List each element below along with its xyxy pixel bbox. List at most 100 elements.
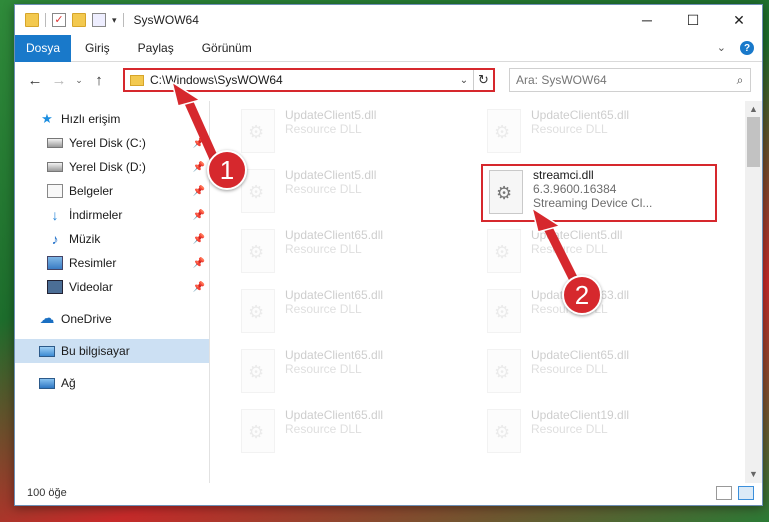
file-name: streamci.dll xyxy=(533,168,594,182)
file-list: UpdateClient5.dllResource DLL UpdateClie… xyxy=(215,101,743,483)
scrollbar-thumb[interactable] xyxy=(747,117,760,167)
sidebar-item-documents[interactable]: Belgeler 📌 xyxy=(15,179,209,203)
sidebar-item-videos[interactable]: Videolar 📌 xyxy=(15,275,209,299)
back-button[interactable]: ← xyxy=(23,72,47,89)
window-controls: ─ ☐ ✕ xyxy=(624,5,762,35)
file-version: 6.3.9600.16384 xyxy=(533,182,617,196)
customize-toolbar-icon[interactable]: ▾ xyxy=(112,15,117,26)
dll-file-icon xyxy=(241,349,275,393)
file-description: Resource DLL xyxy=(285,302,362,316)
file-item[interactable]: UpdateClient65.dllResource DLL xyxy=(235,403,471,461)
file-description: Resource DLL xyxy=(285,182,362,196)
sidebar-item-label: Ağ xyxy=(61,376,76,390)
properties-check-icon[interactable]: ✓ xyxy=(52,13,66,27)
tab-file[interactable]: Dosya xyxy=(15,34,71,62)
address-dropdown-icon[interactable]: ⌄ xyxy=(455,75,473,86)
large-icons-view-icon[interactable] xyxy=(738,486,754,500)
up-button[interactable]: ↑ xyxy=(87,72,111,89)
music-icon: ♪ xyxy=(51,231,59,247)
forward-button[interactable]: → xyxy=(47,72,71,89)
file-name: UpdateClient65.dll xyxy=(531,348,630,362)
navigation-pane: ★ Hızlı erişim Yerel Disk (C:) 📌 Yerel D… xyxy=(15,101,210,483)
file-item[interactable]: UpdateClient5.dllResource DLL xyxy=(235,163,471,221)
address-path[interactable]: C:\Windows\SysWOW64 xyxy=(150,73,455,87)
vertical-scrollbar[interactable]: ▲ ▼ xyxy=(745,101,762,483)
sidebar-item-downloads[interactable]: ↓ İndirmeler 📌 xyxy=(15,203,209,227)
pin-icon[interactable]: 📌 xyxy=(193,138,205,149)
search-icon[interactable]: ⌕ xyxy=(730,73,750,88)
folder-icon xyxy=(25,13,39,27)
details-view-icon[interactable] xyxy=(716,486,732,500)
file-item[interactable]: UpdateClient65.dllResource DLL xyxy=(235,223,471,281)
scroll-up-icon[interactable]: ▲ xyxy=(745,101,762,118)
refresh-button[interactable]: ↻ xyxy=(473,70,493,90)
sidebar-item-label: İndirmeler xyxy=(69,208,123,222)
file-name: UpdateClient65.dll xyxy=(285,408,384,422)
tab-view[interactable]: Görünüm xyxy=(188,41,266,55)
pin-icon[interactable]: 📌 xyxy=(193,234,205,245)
sidebar-item-pictures[interactable]: Resimler 📌 xyxy=(15,251,209,275)
file-item[interactable]: UpdateClient65.dllResource DLL xyxy=(235,283,471,341)
file-description: Resource DLL xyxy=(285,362,362,376)
file-name: UpdateClient5.dll xyxy=(285,168,377,182)
file-item[interactable]: UpdateClient19.dllResource DLL xyxy=(481,403,717,461)
pin-icon[interactable]: 📌 xyxy=(193,186,205,197)
help-icon[interactable]: ? xyxy=(740,41,754,55)
file-description: Resource DLL xyxy=(531,422,608,436)
file-item[interactable]: UpdateClient5.dllResource DLL xyxy=(235,103,471,161)
maximize-button[interactable]: ☐ xyxy=(670,5,716,35)
quick-access-toolbar: ✓ ▾ xyxy=(15,13,124,27)
sidebar-item-quick-access[interactable]: ★ Hızlı erişim xyxy=(15,107,209,131)
file-name: UpdateClient19.dll xyxy=(531,408,630,422)
star-icon: ★ xyxy=(41,111,53,126)
ribbon-tabs: Dosya Giriş Paylaş Görünüm ⌄ ? xyxy=(15,34,762,62)
pin-icon[interactable]: 📌 xyxy=(193,258,205,269)
file-item[interactable]: UpdateClient65.dllResource DLL xyxy=(235,343,471,401)
sidebar-item-label: Yerel Disk (D:) xyxy=(69,160,146,174)
sidebar-item-disk-c[interactable]: Yerel Disk (C:) 📌 xyxy=(15,131,209,155)
sidebar-item-label: Bu bilgisayar xyxy=(61,344,130,358)
file-description: Resource DLL xyxy=(285,242,362,256)
recent-locations-icon[interactable]: ⌄ xyxy=(71,75,87,86)
sidebar-item-music[interactable]: ♪ Müzik 📌 xyxy=(15,227,209,251)
address-bar[interactable]: C:\Windows\SysWOW64 ⌄ ↻ xyxy=(123,68,495,92)
computer-icon xyxy=(39,345,55,357)
step-2-badge: 2 xyxy=(562,275,602,315)
file-name: UpdateClient5.dll xyxy=(531,228,623,242)
pin-icon[interactable]: 📌 xyxy=(193,162,205,173)
expand-ribbon-icon[interactable]: ⌄ xyxy=(717,41,726,55)
file-item[interactable]: UpdateClient65.dllResource DLL xyxy=(481,103,717,161)
window-title: SysWOW64 xyxy=(133,13,199,27)
sidebar-item-this-pc[interactable]: Bu bilgisayar xyxy=(15,339,209,363)
tab-home[interactable]: Giriş xyxy=(71,41,124,55)
new-folder-icon[interactable] xyxy=(72,13,86,27)
search-input[interactable] xyxy=(516,73,730,87)
sidebar-item-label: Müzik xyxy=(69,232,101,246)
file-description: Resource DLL xyxy=(285,122,362,136)
file-name: UpdateClient65.dll xyxy=(531,108,630,122)
disk-icon xyxy=(47,138,63,148)
pin-icon[interactable]: 📌 xyxy=(193,282,205,293)
file-item[interactable]: UpdateClient65.dllResource DLL xyxy=(481,343,717,401)
file-item[interactable]: UpdateClient5.dllResource DLL xyxy=(481,223,717,281)
file-description: Resource DLL xyxy=(531,362,608,376)
pin-icon[interactable]: 📌 xyxy=(193,210,205,221)
dll-file-icon xyxy=(487,409,521,453)
search-box[interactable]: ⌕ xyxy=(509,68,751,92)
sidebar-item-label: Videolar xyxy=(69,280,113,294)
title-bar: ✓ ▾ SysWOW64 ─ ☐ ✕ xyxy=(15,5,762,35)
sidebar-item-label: Belgeler xyxy=(69,184,114,198)
sidebar-item-disk-d[interactable]: Yerel Disk (D:) 📌 xyxy=(15,155,209,179)
sidebar-item-network[interactable]: Ağ xyxy=(15,371,209,395)
dll-file-icon xyxy=(487,109,521,153)
minimize-button[interactable]: ─ xyxy=(624,5,670,35)
sidebar-item-label: Resimler xyxy=(69,256,117,270)
properties-icon[interactable] xyxy=(92,13,106,27)
tab-share[interactable]: Paylaş xyxy=(124,41,188,55)
file-item-streamci[interactable]: streamci.dll 6.3.9600.16384 Streaming De… xyxy=(481,164,717,222)
dll-file-icon xyxy=(487,229,521,273)
toolbar-divider xyxy=(45,13,46,27)
close-button[interactable]: ✕ xyxy=(716,5,762,35)
sidebar-item-onedrive[interactable]: ☁ OneDrive xyxy=(15,307,209,331)
file-description: Resource DLL xyxy=(285,422,362,436)
